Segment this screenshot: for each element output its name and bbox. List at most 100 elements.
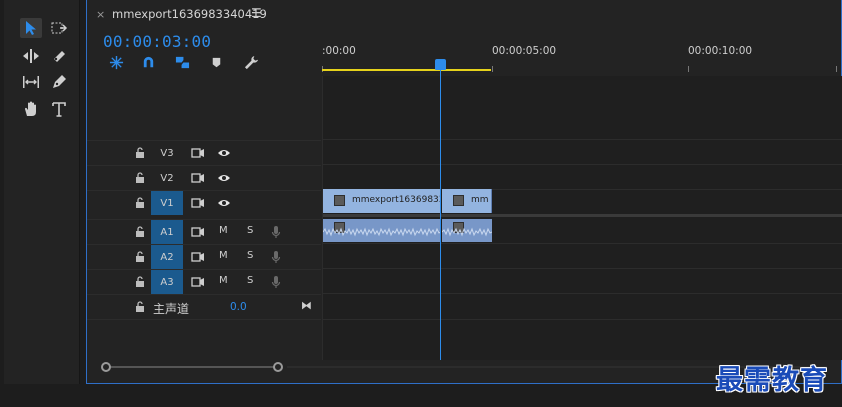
nest-toggle[interactable] <box>107 53 125 71</box>
ruler-label: 00:00:05:00 <box>492 45 557 57</box>
ruler-tick <box>688 66 689 72</box>
solo-button[interactable]: S <box>247 275 253 286</box>
sync-lock-icon[interactable] <box>191 197 205 209</box>
timeline-tab: × mmexport1636983340419 ☰ <box>87 0 842 28</box>
master-track-label: 主声道 <box>153 302 190 316</box>
ripple-edit-icon <box>23 49 39 63</box>
ruler-tick <box>492 66 493 72</box>
clip-label: mm <box>471 195 489 205</box>
lock-icon[interactable] <box>135 197 145 209</box>
snap-toggle[interactable] <box>139 53 157 71</box>
selection-tool[interactable] <box>20 18 42 38</box>
wrench-icon <box>244 55 258 69</box>
sequence-area[interactable]: mmexport16369833 mm <box>322 76 842 360</box>
track-target-a3[interactable]: A3 <box>151 270 183 294</box>
track-target-v1[interactable]: V1 <box>151 191 183 215</box>
lock-icon[interactable] <box>135 226 145 238</box>
playhead-handle[interactable] <box>435 59 446 70</box>
watermark-logo: 最需教育 <box>716 365 828 396</box>
ripple-edit-tool[interactable] <box>20 46 42 66</box>
track-divider <box>323 139 842 140</box>
sequence-title[interactable]: mmexport1636983340419 <box>112 7 267 21</box>
tools-panel <box>4 0 80 384</box>
go-to-out-icon[interactable]: ⧓ <box>301 299 312 312</box>
microphone-icon[interactable] <box>271 225 281 239</box>
zoom-scrollbar-track[interactable] <box>106 366 274 368</box>
razor-tool[interactable] <box>48 46 70 66</box>
mute-button[interactable]: M <box>219 225 228 236</box>
timeline-settings-button[interactable] <box>242 53 260 71</box>
track-header-a3[interactable]: A3 M S <box>87 269 321 294</box>
sync-lock-icon[interactable] <box>191 226 205 238</box>
track-divider <box>323 243 842 244</box>
sync-lock-icon[interactable] <box>191 276 205 288</box>
track-headers: V3 V2 V1 A1 M S A2 M S A3 M S 主声道 0.0 ⧓ <box>87 76 321 346</box>
lock-icon[interactable] <box>135 147 145 159</box>
sync-lock-icon[interactable] <box>191 172 205 184</box>
sync-lock-icon[interactable] <box>191 147 205 159</box>
pen-tool[interactable] <box>48 72 70 92</box>
timeline-panel: × mmexport1636983340419 ☰ 00:00:03:00 :0… <box>86 0 842 384</box>
track-divider <box>323 319 842 320</box>
ruler-tick <box>836 66 837 72</box>
panel-menu-icon[interactable]: ☰ <box>251 6 262 20</box>
clip-label: mmexport16369833 <box>352 195 445 205</box>
slip-icon <box>23 76 39 88</box>
track-header-master[interactable]: 主声道 0.0 ⧓ <box>87 294 321 320</box>
lock-icon[interactable] <box>135 276 145 288</box>
microphone-icon[interactable] <box>271 250 281 264</box>
master-volume-value[interactable]: 0.0 <box>230 301 247 313</box>
audio-clip[interactable] <box>442 219 492 242</box>
zoom-handle-left[interactable] <box>101 362 111 372</box>
time-ruler[interactable]: :00:00 00:00:05:00 00:00:10:00 <box>322 36 842 74</box>
audio-waveform <box>442 227 492 237</box>
mute-button[interactable]: M <box>219 250 228 261</box>
eye-icon[interactable] <box>217 172 231 184</box>
lock-icon[interactable] <box>135 251 145 263</box>
zoom-handle-right[interactable] <box>273 362 283 372</box>
track-header-a1[interactable]: A1 M S <box>87 219 321 244</box>
marker-icon <box>212 57 220 67</box>
pen-icon <box>53 75 66 88</box>
playhead-line[interactable] <box>440 68 441 360</box>
work-area-bar[interactable] <box>322 69 491 71</box>
mute-button[interactable]: M <box>219 275 228 286</box>
solo-button[interactable]: S <box>247 250 253 261</box>
track-target-v2[interactable]: V2 <box>151 166 183 190</box>
zoom-scrollbar[interactable] <box>101 362 283 372</box>
track-header-v1[interactable]: V1 <box>87 190 321 215</box>
slip-tool[interactable] <box>20 72 42 92</box>
solo-button[interactable]: S <box>247 225 253 236</box>
linked-selection-icon <box>175 56 189 68</box>
video-clip[interactable]: mm <box>442 189 492 213</box>
lock-icon[interactable] <box>135 172 145 184</box>
hand-icon <box>25 101 36 116</box>
linked-selection-toggle[interactable] <box>173 53 191 71</box>
eye-icon[interactable] <box>217 197 231 209</box>
premiere-window: × mmexport1636983340419 ☰ 00:00:03:00 :0… <box>0 0 842 407</box>
add-marker-button[interactable] <box>207 53 225 71</box>
track-header-v3[interactable]: V3 <box>87 140 321 164</box>
hand-tool[interactable] <box>20 99 42 119</box>
track-target-a2[interactable]: A2 <box>151 245 183 269</box>
track-divider <box>323 164 842 165</box>
audio-clip[interactable] <box>323 219 441 242</box>
track-header-a2[interactable]: A2 M S <box>87 244 321 269</box>
fx-badge-icon <box>453 195 464 206</box>
video-audio-divider[interactable] <box>323 214 842 217</box>
track-target-a1[interactable]: A1 <box>151 220 183 244</box>
ruler-label: :00:00 <box>322 45 356 57</box>
lock-icon[interactable] <box>135 301 145 313</box>
playhead-timecode[interactable]: 00:00:03:00 <box>103 32 211 51</box>
sync-lock-icon[interactable] <box>191 251 205 263</box>
ruler-label: 00:00:10:00 <box>688 45 753 57</box>
razor-icon <box>54 51 65 62</box>
track-target-v3[interactable]: V3 <box>151 141 183 165</box>
video-clip[interactable]: mmexport16369833 <box>323 189 445 213</box>
eye-icon[interactable] <box>217 147 231 159</box>
type-tool[interactable] <box>48 99 70 119</box>
track-header-v2[interactable]: V2 <box>87 165 321 189</box>
track-select-tool[interactable] <box>48 18 70 38</box>
microphone-icon[interactable] <box>271 275 281 289</box>
close-tab-icon[interactable]: × <box>96 8 105 21</box>
